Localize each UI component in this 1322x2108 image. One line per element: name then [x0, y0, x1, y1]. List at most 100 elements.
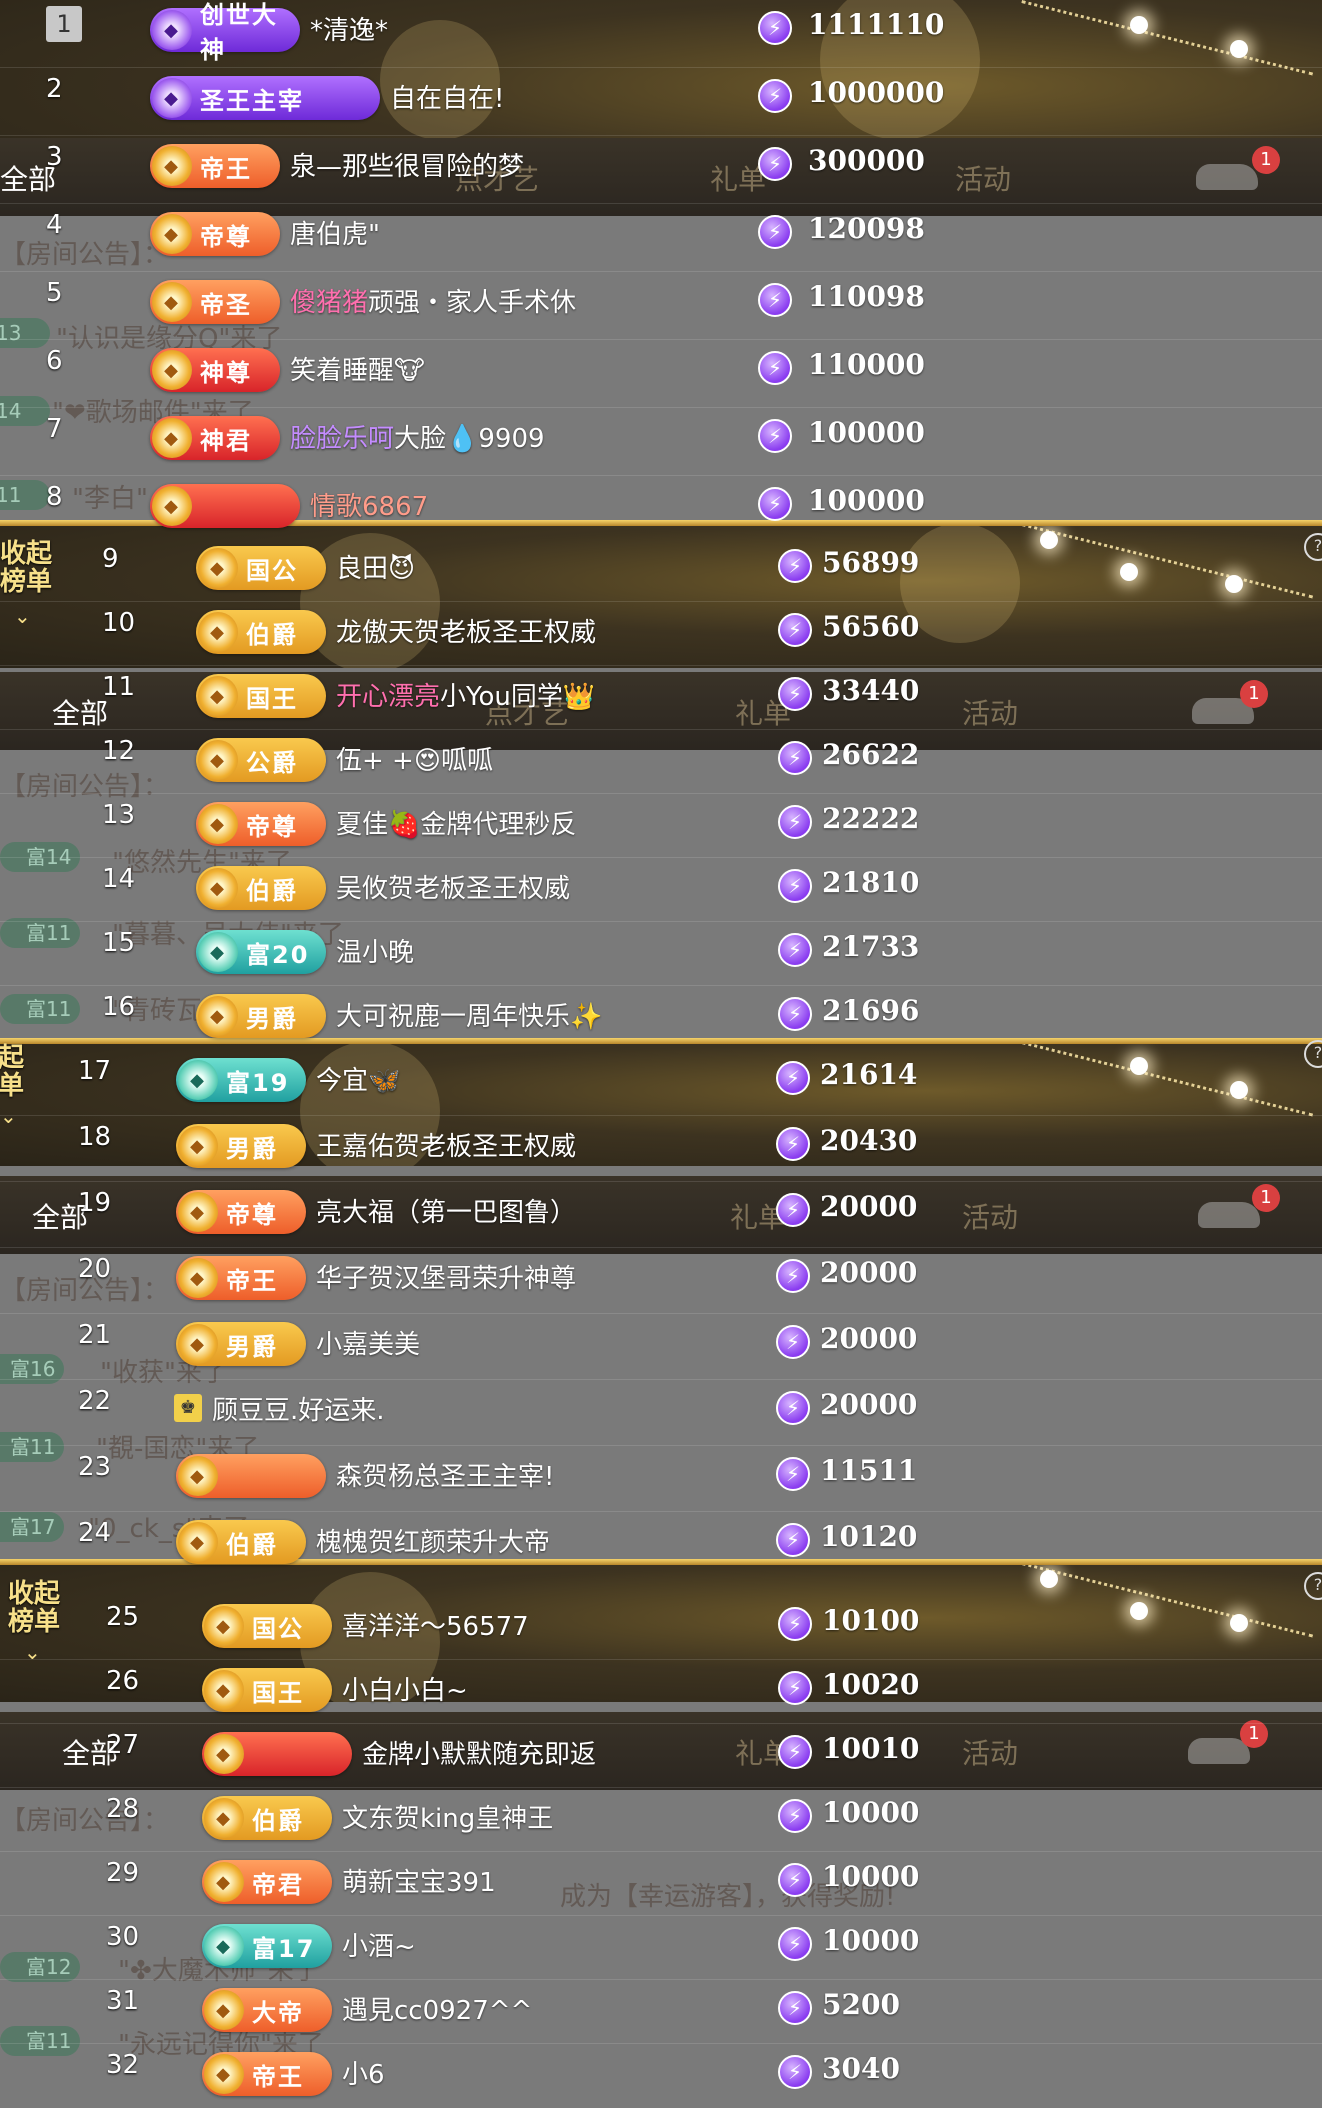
ranking-row[interactable]: 22 ♚ 顾豆豆.好运来. ⚡ 20000 [0, 1380, 1322, 1444]
user-name-text: 金牌小默默随充即返 [362, 1740, 597, 1770]
ranking-row[interactable]: 25 ◆ 国公 喜洋洋～56577 ⚡ 10100 [0, 1596, 1322, 1660]
ranking-row[interactable]: 9 ◆ 国公 良田😈 ⚡ 56899 [0, 538, 1322, 602]
lightning-icon: ⚡ [758, 11, 792, 45]
ranking-row[interactable]: 21 ◆ 男爵 小嘉美美 ⚡ 20000 [0, 1314, 1322, 1378]
rank-number: 23 [78, 1452, 112, 1482]
ranking-row[interactable]: 10 ◆ 伯爵 龙傲天贺老板圣王权威 ⚡ 56560 [0, 602, 1322, 666]
ranking-row[interactable]: 12 ◆ 公爵 伍+ +😍呱呱 ⚡ 26622 [0, 730, 1322, 794]
contribution-score: 21810 [822, 866, 920, 899]
contribution-score: 1111110 [808, 8, 945, 41]
user-name[interactable]: 喜洋洋～56577 [342, 1606, 529, 1643]
lightning-icon: ⚡ [776, 1127, 810, 1161]
badge-emblem-icon: ◆ [198, 740, 238, 780]
ranking-row[interactable]: 19 ◆ 帝尊 亮大福（第一巴图鲁） ⚡ 20000 [0, 1182, 1322, 1246]
ranking-row[interactable]: 24 ◆ 伯爵 槐槐贺红颜荣升大帝 ⚡ 10120 [0, 1512, 1322, 1576]
user-name[interactable]: 小嘉美美 [316, 1324, 420, 1361]
level-badge: ◆ 帝王 [176, 1256, 306, 1300]
user-name[interactable]: 遇見cc0927^^ [342, 1990, 532, 2027]
user-name[interactable]: 小白小白~ [342, 1670, 468, 1707]
user-name[interactable]: 萌新宝宝391 [342, 1862, 496, 1899]
rank-number: 1 [46, 6, 82, 42]
user-name[interactable]: 龙傲天贺老板圣王权威 [336, 612, 596, 649]
contribution-score: 10000 [822, 1796, 920, 1829]
user-name[interactable]: 夏佳🍓金牌代理秒反 [336, 804, 576, 841]
contribution-score: 22222 [822, 802, 920, 835]
user-name-text: 温小晚 [336, 938, 415, 968]
rank-number: 17 [78, 1056, 112, 1086]
user-name[interactable]: 脸脸乐呵大脸💧9909 [290, 418, 545, 455]
user-name[interactable]: 今宜🦋 [316, 1060, 400, 1097]
user-name[interactable]: 大可祝鹿一周年快乐✨ [336, 996, 602, 1033]
user-name[interactable]: 槐槐贺红颜荣升大帝 [316, 1522, 550, 1559]
user-name[interactable]: 文东贺king皇神王 [342, 1798, 553, 1835]
level-badge: ◆ 富19 [176, 1058, 306, 1102]
user-name-text: 顾豆豆.好运来. [212, 1396, 385, 1426]
contribution-score: 20000 [820, 1190, 918, 1223]
user-name-text: 吴攸贺老板圣王权威 [336, 874, 571, 904]
ranking-row[interactable]: 20 ◆ 帝王 华子贺汉堡哥荣升神尊 ⚡ 20000 [0, 1248, 1322, 1312]
lightning-icon: ⚡ [778, 1799, 812, 1833]
user-name[interactable]: 傻猪猪顽强・家人手术休 [290, 282, 576, 319]
ranking-row[interactable]: 1 ◆ 创世大神 *清逸* ⚡ 1111110 [0, 0, 1322, 64]
ranking-row[interactable]: 26 ◆ 国王 小白小白~ ⚡ 10020 [0, 1660, 1322, 1724]
user-name[interactable]: 顾豆豆.好运来. [212, 1390, 385, 1427]
user-name[interactable]: 伍+ +😍呱呱 [336, 740, 493, 777]
rank-number: 11 [102, 672, 136, 702]
user-name[interactable]: 金牌小默默随充即返 [362, 1734, 596, 1771]
ranking-row[interactable]: 13 ◆ 帝尊 夏佳🍓金牌代理秒反 ⚡ 22222 [0, 794, 1322, 858]
ranking-row[interactable]: 8 ◆ 情歌6867 ⚡ 100000 [0, 476, 1322, 540]
ranking-row[interactable]: 31 ◆ 大帝 遇見cc0927^^ ⚡ 5200 [0, 1980, 1322, 2044]
user-name[interactable]: 情歌6867 [310, 486, 428, 523]
user-name[interactable]: 泉—那些很冒险的梦 [290, 146, 524, 183]
ranking-row[interactable]: 4 ◆ 帝尊 唐伯虎" ⚡ 120098 [0, 204, 1322, 268]
badge-label: 帝王 [200, 154, 252, 183]
user-name[interactable]: 小酒~ [342, 1926, 416, 1963]
rank-number: 12 [102, 736, 136, 766]
user-name-text: 萌新宝宝391 [342, 1868, 496, 1898]
badge-emblem-icon: ◆ [204, 1862, 244, 1902]
ranking-row[interactable]: 28 ◆ 伯爵 文东贺king皇神王 ⚡ 10000 [0, 1788, 1322, 1852]
level-badge: ◆ 神君 [150, 416, 280, 460]
ranking-row[interactable]: 14 ◆ 伯爵 吴攸贺老板圣王权威 ⚡ 21810 [0, 858, 1322, 922]
level-badge: ◆ 伯爵 [196, 610, 326, 654]
ranking-row[interactable]: 11 ◆ 国王 开心漂亮小You同学👑 ⚡ 33440 [0, 666, 1322, 730]
user-name[interactable]: 吴攸贺老板圣王权威 [336, 868, 570, 905]
user-name[interactable]: 笑着睡醒🐮 [290, 350, 425, 387]
ranking-row[interactable]: 23 ◆ 森贺杨总圣王主宰! ⚡ 11511 [0, 1446, 1322, 1510]
user-name[interactable]: 良田😈 [336, 548, 415, 585]
ranking-row[interactable]: 17 ◆ 富19 今宜🦋 ⚡ 21614 [0, 1050, 1322, 1114]
ranking-row[interactable]: 15 ◆ 富20 温小晚 ⚡ 21733 [0, 922, 1322, 986]
ranking-row[interactable]: 3 ◆ 帝王 泉—那些很冒险的梦 ⚡ 300000 [0, 136, 1322, 200]
user-name[interactable]: 自在自在! [390, 78, 504, 115]
ranking-row[interactable]: 2 ◆ 圣王主宰 自在自在! ⚡ 1000000 [0, 68, 1322, 132]
badge-label: 创世大神 [200, 1, 278, 64]
ranking-row[interactable]: 7 ◆ 神君 脸脸乐呵大脸💧9909 ⚡ 100000 [0, 408, 1322, 472]
ranking-row[interactable]: 6 ◆ 神尊 笑着睡醒🐮 ⚡ 110000 [0, 340, 1322, 404]
level-badge: ◆ 帝王 [202, 2052, 332, 2096]
level-badge: ◆ 男爵 [196, 994, 326, 1038]
user-name[interactable]: 森贺杨总圣王主宰! [336, 1456, 554, 1493]
ranking-row[interactable]: 18 ◆ 男爵 王嘉佑贺老板圣王权威 ⚡ 20430 [0, 1116, 1322, 1180]
badge-label: 帝圣 [200, 290, 252, 319]
user-name[interactable]: 温小晚 [336, 932, 414, 969]
user-name[interactable]: 华子贺汉堡哥荣升神尊 [316, 1258, 576, 1295]
user-name[interactable]: 小6 [342, 2054, 385, 2091]
rank-number: 7 [46, 414, 63, 444]
ranking-row[interactable]: 27 ◆ 金牌小默默随充即返 ⚡ 10010 [0, 1724, 1322, 1788]
user-name[interactable]: 亮大福（第一巴图鲁） [316, 1192, 576, 1229]
ranking-row[interactable]: 5 ◆ 帝圣 傻猪猪顽强・家人手术休 ⚡ 110098 [0, 272, 1322, 336]
ranking-row[interactable]: 29 ◆ 帝君 萌新宝宝391 ⚡ 10000 [0, 1852, 1322, 1916]
ranking-row[interactable]: 30 ◆ 富17 小酒~ ⚡ 10000 [0, 1916, 1322, 1980]
level-badge: ◆ 国王 [202, 1668, 332, 1712]
user-name-text: 华子贺汉堡哥荣升神尊 [316, 1264, 577, 1294]
user-name[interactable]: 开心漂亮小You同学👑 [336, 676, 595, 713]
lightning-icon: ⚡ [776, 1523, 810, 1557]
level-badge: ◆ 帝尊 [150, 212, 280, 256]
user-name[interactable]: 唐伯虎" [290, 214, 380, 251]
ranking-row[interactable]: 32 ◆ 帝王 小6 ⚡ 3040 [0, 2044, 1322, 2108]
lightning-icon: ⚡ [758, 283, 792, 317]
user-name[interactable]: *清逸* [310, 10, 388, 47]
contribution-score: 21696 [822, 994, 920, 1027]
ranking-row[interactable]: 16 ◆ 男爵 大可祝鹿一周年快乐✨ ⚡ 21696 [0, 986, 1322, 1050]
user-name[interactable]: 王嘉佑贺老板圣王权威 [316, 1126, 576, 1163]
